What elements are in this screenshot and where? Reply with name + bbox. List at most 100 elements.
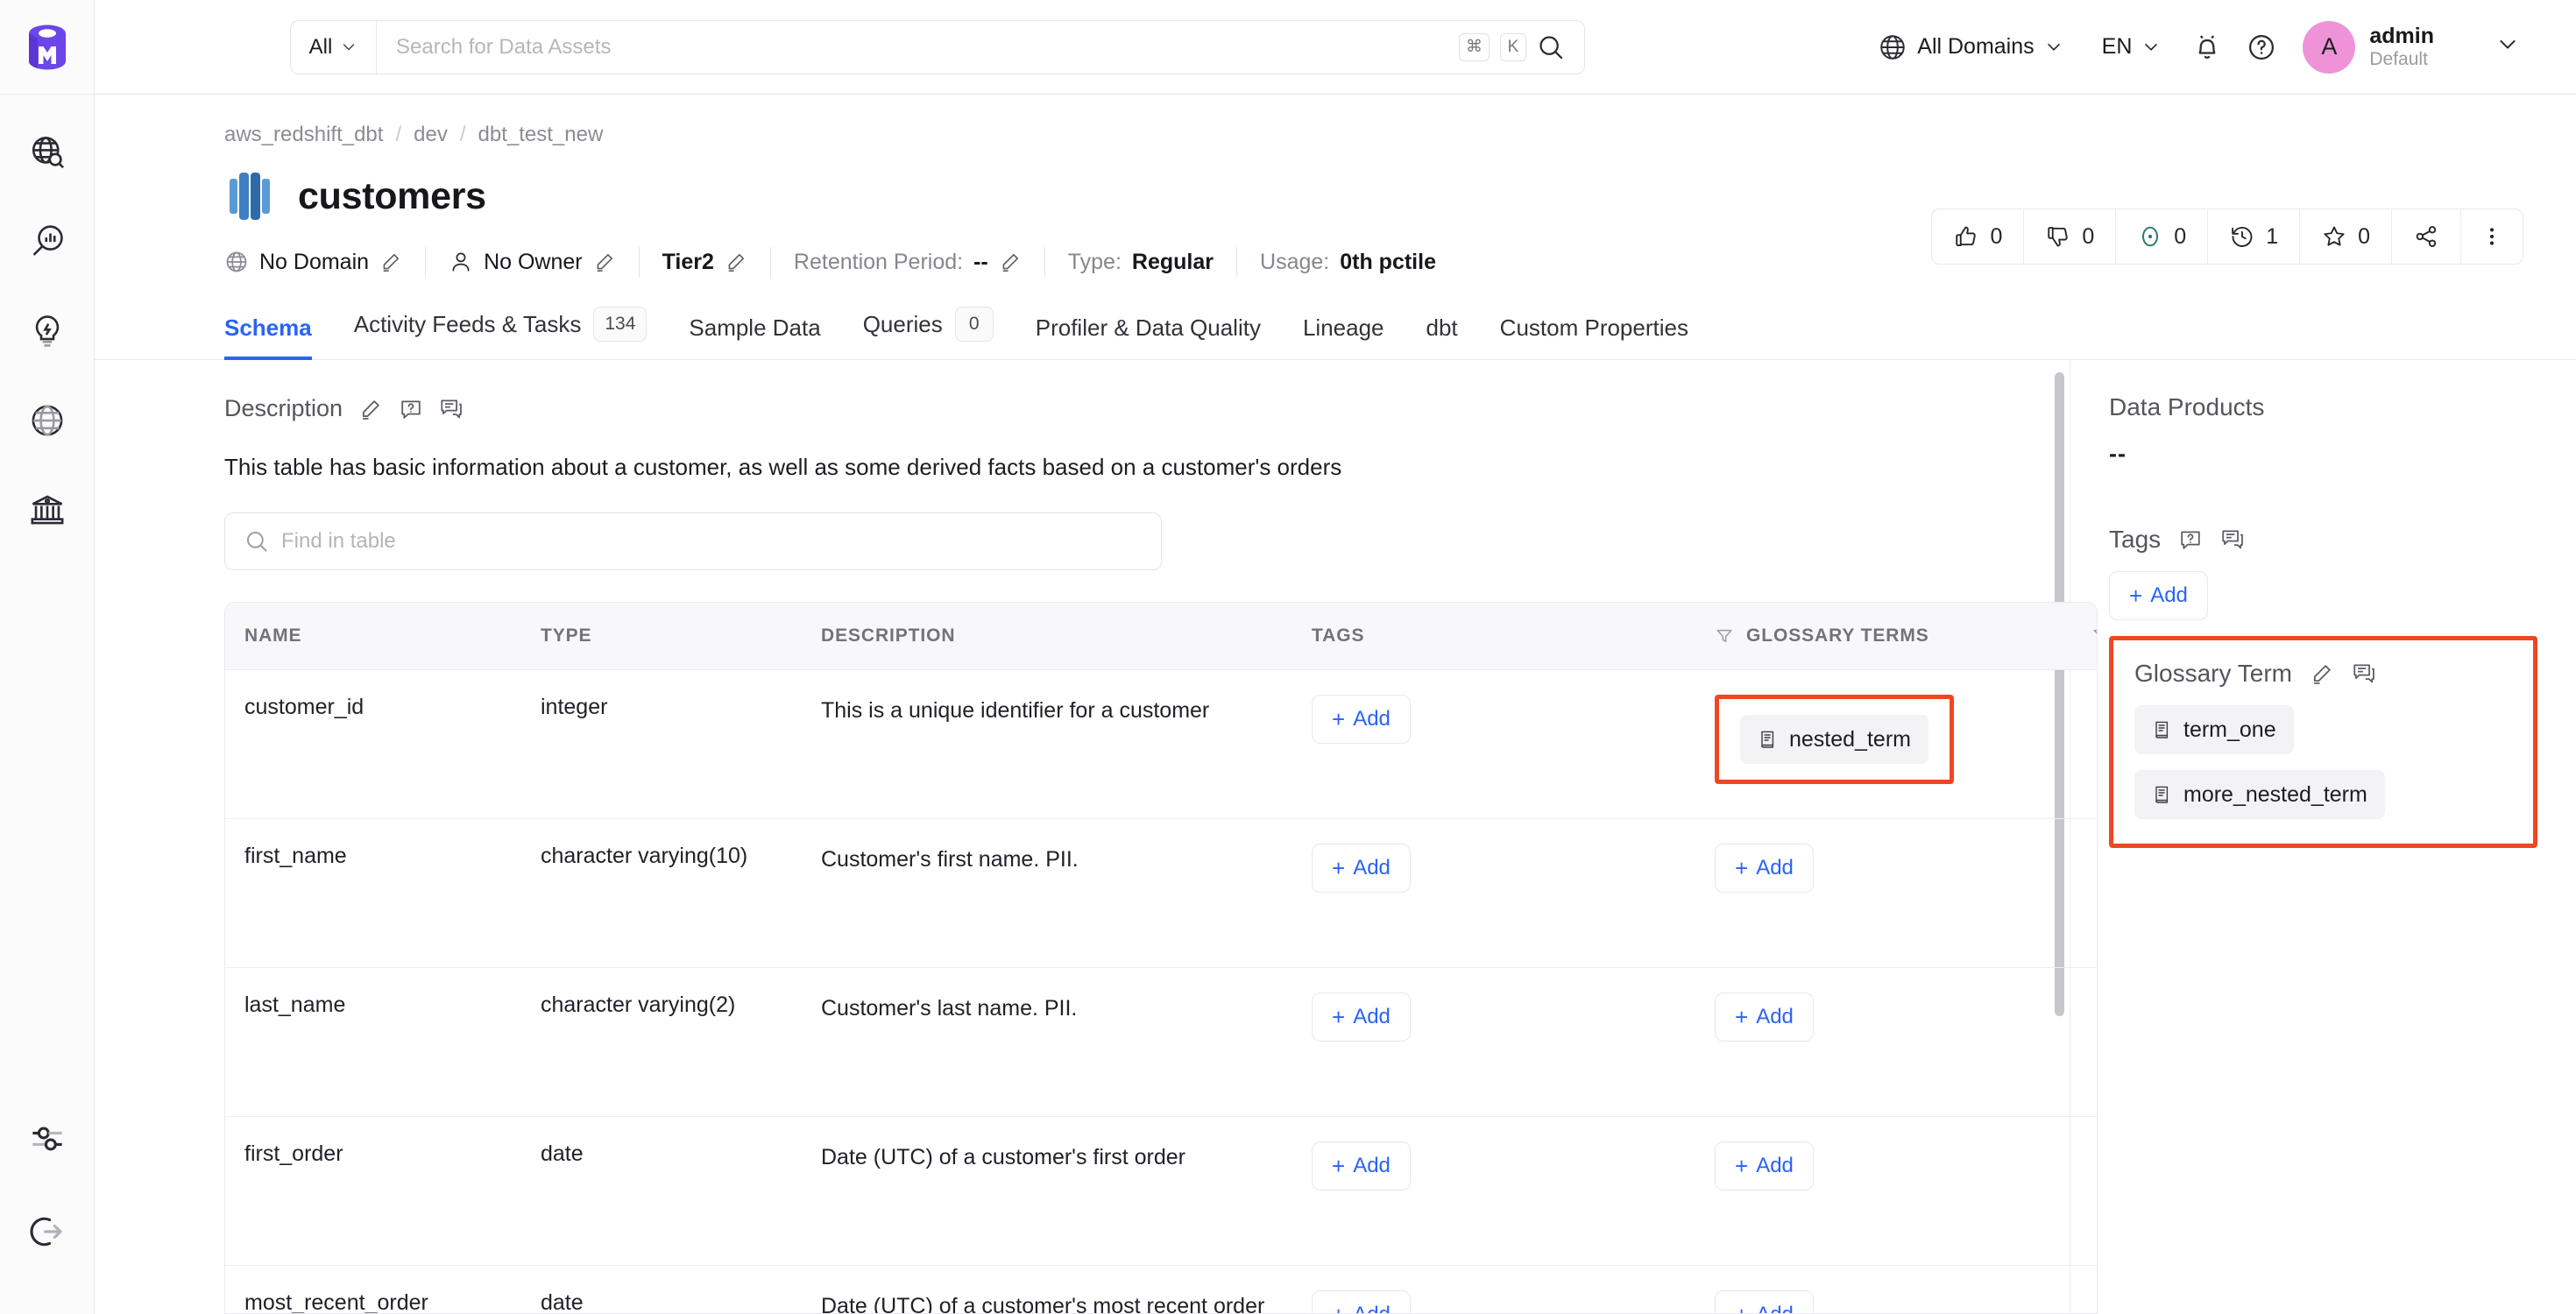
- cell-column-name[interactable]: most_recent_order: [225, 1265, 541, 1313]
- tab-lineage[interactable]: Lineage: [1282, 314, 1405, 359]
- thumbs-up-button[interactable]: 0: [1932, 209, 2025, 264]
- globe-icon: [29, 402, 66, 439]
- add-glossary-term-button[interactable]: + Add: [1715, 993, 1814, 1042]
- entity-header: aws_redshift_dbt / dev / dbt_test_new cu…: [95, 95, 2576, 277]
- add-tag-button[interactable]: + Add: [2109, 571, 2208, 620]
- add-tag-button[interactable]: + Add: [1312, 844, 1411, 893]
- entity-tabs: Schema Activity Feeds & Tasks 134 Sample…: [95, 307, 2576, 360]
- schema-table-head: NAME TYPE DESCRIPTION TAGS GLOSSARY TERM…: [225, 603, 2097, 670]
- tags-comment-icon[interactable]: [2220, 527, 2245, 552]
- help-button[interactable]: [2234, 20, 2289, 74]
- share-button[interactable]: [2392, 209, 2461, 264]
- global-search-bar: All ⌘ K: [290, 19, 1585, 74]
- column-header-description[interactable]: DESCRIPTION: [821, 603, 1312, 670]
- search-input[interactable]: [396, 34, 1440, 60]
- column-header-glossary-terms[interactable]: GLOSSARY TERMS: [1715, 603, 2091, 670]
- column-header-type[interactable]: TYPE: [541, 603, 821, 670]
- filter-icon[interactable]: [1715, 626, 1734, 646]
- edit-retention-icon[interactable]: [999, 251, 1022, 273]
- column-header-name[interactable]: NAME: [225, 603, 541, 670]
- column-header-tags[interactable]: TAGS: [1312, 603, 1715, 670]
- thumbs-down-icon: [2045, 223, 2071, 250]
- sidebar-item-domains[interactable]: [21, 394, 74, 447]
- avatar: A: [2303, 20, 2356, 74]
- request-description-icon[interactable]: [399, 397, 423, 421]
- add-label: Add: [1353, 1154, 1391, 1177]
- tab-custom-properties[interactable]: Custom Properties: [1479, 314, 1709, 359]
- add-glossary-term-button[interactable]: + Add: [1715, 1290, 1814, 1313]
- plus-icon: +: [2129, 583, 2143, 609]
- plus-icon: +: [1332, 1303, 1345, 1313]
- cell-column-name[interactable]: last_name: [225, 967, 541, 1117]
- cell-column-description: Date (UTC) of a customer's first order: [821, 1116, 1312, 1266]
- version-history-button[interactable]: 1: [2208, 209, 2301, 264]
- search-scope-dropdown[interactable]: All: [291, 20, 377, 74]
- meta-tier: Tier2: [640, 250, 770, 275]
- thumbs-down-count: 0: [2082, 223, 2095, 249]
- cell-column-name[interactable]: customer_id: [225, 669, 541, 819]
- add-glossary-term-button[interactable]: + Add: [1715, 844, 1814, 893]
- add-label: Add: [2150, 583, 2188, 607]
- breadcrumb-item-2[interactable]: dbt_test_new: [478, 123, 604, 147]
- tab-dbt[interactable]: dbt: [1405, 314, 1479, 359]
- glossary-term-header: Glossary Term: [2134, 660, 2512, 688]
- tab-label: Sample Data: [689, 314, 821, 341]
- find-in-table-input[interactable]: [281, 529, 1142, 554]
- edit-description-icon[interactable]: [358, 397, 383, 421]
- tab-profiler-and-data-quality[interactable]: Profiler & Data Quality: [1015, 314, 1282, 359]
- more-options-button[interactable]: [2461, 209, 2523, 264]
- sidebar-item-observability[interactable]: [21, 215, 74, 268]
- edit-tier-icon[interactable]: [725, 251, 747, 273]
- sidebar-item-logout[interactable]: [21, 1205, 74, 1258]
- notifications-button[interactable]: [2180, 20, 2234, 74]
- user-menu[interactable]: A admin Default: [2289, 20, 2434, 74]
- add-tag-button[interactable]: + Add: [1312, 695, 1411, 744]
- sidebar-item-settings[interactable]: [21, 1113, 74, 1165]
- language-selector[interactable]: EN: [2083, 34, 2181, 60]
- glossary-term-comment-icon[interactable]: [2352, 661, 2376, 686]
- cell-column-name[interactable]: first_name: [225, 818, 541, 968]
- breadcrumb-item-1[interactable]: dev: [414, 123, 448, 147]
- tab-sample-data[interactable]: Sample Data: [668, 314, 841, 359]
- breadcrumb-item-0[interactable]: aws_redshift_dbt: [224, 123, 383, 147]
- data-products-value: --: [2109, 441, 2127, 467]
- tab-schema[interactable]: Schema: [224, 314, 333, 360]
- cell-column-tags: + Add: [1312, 1116, 1715, 1266]
- request-tags-icon[interactable]: [2178, 527, 2203, 552]
- table-row: first_order date Date (UTC) of a custome…: [225, 1116, 2097, 1266]
- add-tag-button[interactable]: + Add: [1312, 1141, 1411, 1190]
- schema-left-pane: Description This table has basic informa…: [95, 360, 2098, 1314]
- add-tag-button[interactable]: + Add: [1312, 1290, 1411, 1313]
- add-tag-button[interactable]: + Add: [1312, 993, 1411, 1042]
- sidebar-item-govern[interactable]: [21, 484, 74, 536]
- edit-glossary-term-icon[interactable]: [2310, 661, 2334, 686]
- description-comment-icon[interactable]: [439, 397, 464, 421]
- edit-domain-icon[interactable]: [379, 251, 402, 273]
- announcement-button[interactable]: 0: [2116, 209, 2209, 264]
- sidebar-item-insights[interactable]: [21, 305, 74, 357]
- meta-type-label: Type:: [1067, 249, 1122, 274]
- follow-count: 0: [2358, 223, 2370, 249]
- follow-button[interactable]: 0: [2300, 209, 2392, 264]
- glossary-term-chip[interactable]: term_one: [2134, 705, 2294, 754]
- thumbs-down-button[interactable]: 0: [2024, 209, 2117, 264]
- search-icon[interactable]: [1537, 33, 1565, 61]
- app-logo[interactable]: [0, 0, 95, 95]
- sidebar-item-explore[interactable]: [21, 126, 74, 179]
- rail-bottom-list: [21, 1113, 74, 1314]
- tab-queries[interactable]: Queries 0: [842, 307, 1015, 359]
- data-products-title: Data Products: [2109, 393, 2265, 420]
- column-header-extra[interactable]: [2091, 603, 2097, 670]
- domain-selector[interactable]: All Domains: [1858, 32, 2082, 62]
- kebab-menu-icon: [2480, 223, 2503, 250]
- user-menu-toggle[interactable]: [2434, 32, 2543, 61]
- tab-activity-feeds-and-tasks[interactable]: Activity Feeds & Tasks 134: [333, 307, 669, 359]
- edit-owner-icon[interactable]: [593, 251, 616, 273]
- glossary-term-chip[interactable]: nested_term: [1740, 715, 1928, 764]
- cell-column-glossary-terms: + Add: [1715, 1116, 2091, 1266]
- question-circle-icon: [2247, 32, 2276, 62]
- glossary-term-chip[interactable]: more_nested_term: [2134, 770, 2385, 819]
- cell-column-name[interactable]: first_order: [225, 1116, 541, 1266]
- add-glossary-term-button[interactable]: + Add: [1715, 1141, 1814, 1190]
- filter-icon[interactable]: [2091, 626, 2097, 646]
